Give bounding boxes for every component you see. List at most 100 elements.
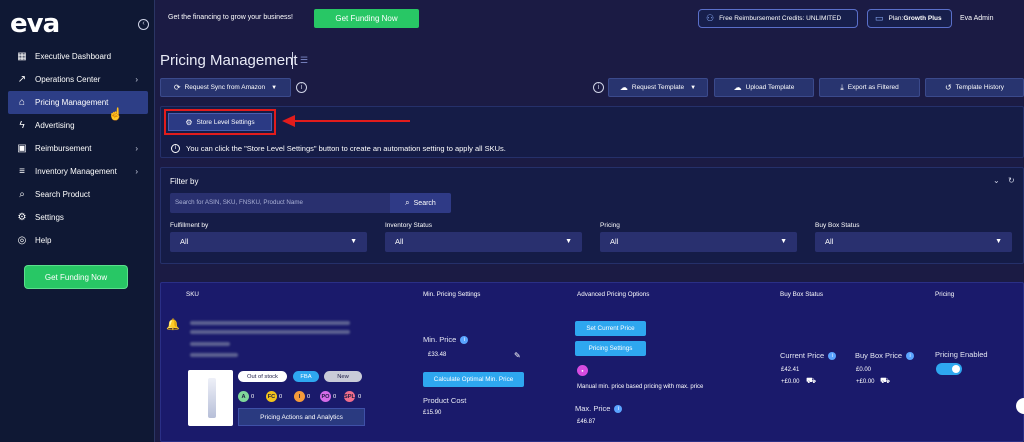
- collapse-sidebar-icon[interactable]: ‹: [138, 19, 149, 30]
- product-cost-label: Product Cost: [423, 396, 467, 405]
- request-template-button[interactable]: ☁ Request Template ▼: [608, 78, 708, 97]
- strategy-text: Manual min. price based pricing with max…: [577, 384, 704, 390]
- pricing-select[interactable]: All ▼: [600, 232, 797, 252]
- sidebar-item-advertising[interactable]: ϟ Advertising: [8, 114, 148, 137]
- select-value: All: [825, 237, 834, 246]
- fulfillment-by-select[interactable]: All ▼: [170, 232, 367, 252]
- reimbursement-credits-badge[interactable]: ⚇ Free Reimbursement Credits: UNLIMITED: [698, 9, 858, 28]
- select-value: All: [395, 237, 404, 246]
- store-settings-hint: i You can click the "Store Level Setting…: [171, 144, 506, 153]
- upload-template-label: Upload Template: [745, 84, 795, 91]
- credits-text: Free Reimbursement Credits: UNLIMITED: [719, 15, 842, 22]
- buybox-shipping-value: +£0.00: [856, 379, 875, 385]
- pencil-icon[interactable]: ✎: [514, 351, 521, 360]
- inventory-status-select[interactable]: All ▼: [385, 232, 582, 252]
- top-bar: Get the financing to grow your business!…: [160, 5, 1024, 31]
- sidebar-item-label: Operations Center: [35, 75, 101, 84]
- bell-icon[interactable]: 🔔: [166, 318, 180, 331]
- truck-icon: ⛟: [806, 376, 817, 385]
- gear-icon: ⚙: [17, 212, 27, 223]
- set-current-price-button[interactable]: Set Current Price: [575, 321, 646, 336]
- column-header-buy-box: Buy Box Status: [780, 291, 824, 298]
- plan-badge[interactable]: ▭ Plan: Growth Plus: [867, 9, 952, 28]
- search-icon: ⌕: [19, 189, 25, 200]
- pricing-enabled-label: Pricing Enabled: [935, 350, 988, 359]
- info-icon[interactable]: i: [614, 405, 623, 414]
- calculate-optimal-min-price-button[interactable]: Calculate Optimal Min. Price: [423, 372, 524, 387]
- plan-icon: ▭: [875, 13, 884, 23]
- sidebar-item-label: Advertising: [35, 121, 75, 130]
- status-dot-count: 0: [251, 394, 255, 400]
- export-filtered-button[interactable]: ⤓ Export as Filtered: [819, 78, 920, 97]
- column-header-pricing: Pricing: [935, 291, 955, 298]
- current-price-value: £42.41: [781, 367, 800, 373]
- column-header-sku: SKU: [186, 291, 199, 298]
- eva-logo[interactable]: eva: [10, 9, 60, 39]
- condition-badge: New: [324, 371, 362, 382]
- search-input[interactable]: Search for ASIN, SKU, FNSKU, Product Nam…: [170, 193, 390, 213]
- sidebar-item-label: Settings: [35, 213, 64, 222]
- column-header-min-pricing: Min. Pricing Settings: [423, 291, 481, 298]
- sidebar-item-settings[interactable]: ⚙ Settings: [8, 206, 148, 229]
- title-divider: [292, 52, 293, 69]
- caret-down-icon: ▼: [565, 238, 572, 245]
- status-dot-a[interactable]: A: [238, 391, 249, 402]
- info-icon[interactable]: i: [828, 352, 837, 361]
- info-icon[interactable]: i: [593, 82, 604, 93]
- product-tube-image: [208, 378, 216, 418]
- chevron-down-icon[interactable]: ⌄: [993, 176, 1000, 185]
- user-name[interactable]: Eva Admin: [960, 15, 993, 22]
- hand-cursor-icon: ☝: [108, 107, 123, 121]
- sidebar-item-pricing-management[interactable]: ⌂ Pricing Management: [8, 91, 148, 114]
- lifebuoy-icon: ◎: [17, 235, 27, 246]
- template-history-button[interactable]: ↺ Template History: [925, 78, 1024, 97]
- status-dot-count: 0: [279, 394, 283, 400]
- plan-prefix: Plan:: [888, 15, 904, 22]
- product-cost-value: £15.90: [423, 410, 442, 416]
- collapse-icon[interactable]: ☰: [300, 55, 308, 66]
- status-dot-fc[interactable]: FC: [266, 391, 277, 402]
- sidebar-get-funding-button[interactable]: Get Funding Now: [25, 266, 127, 288]
- store-level-settings-button[interactable]: ⚙ Store Level Settings: [164, 109, 276, 135]
- fulfillment-by-label: Fulfillment by: [170, 222, 209, 229]
- buy-box-status-select[interactable]: All ▼: [815, 232, 1012, 252]
- min-price-value[interactable]: £33.48: [428, 352, 446, 358]
- search-button[interactable]: ⌕ Search: [390, 193, 451, 213]
- stack-icon: ≡: [19, 166, 25, 177]
- gear-icon: ⚙: [185, 117, 193, 127]
- sidebar-item-label: Help: [35, 236, 52, 245]
- blurred-product-title: [190, 330, 350, 334]
- top-get-funding-button[interactable]: Get Funding Now: [314, 9, 419, 28]
- request-sync-button[interactable]: ⟳ Request Sync from Amazon ▼: [160, 78, 291, 97]
- history-icon: ↺: [944, 83, 952, 92]
- status-dot-spl[interactable]: SPL: [344, 391, 355, 402]
- pricing-settings-button[interactable]: Pricing Settings: [575, 341, 646, 356]
- pricing-enabled-toggle[interactable]: [936, 363, 962, 375]
- status-dot-count: 0: [358, 394, 362, 400]
- export-filtered-label: Export as Filtered: [847, 84, 899, 91]
- blurred-sku: [190, 353, 238, 357]
- sidebar-item-inventory-management[interactable]: ≡ Inventory Management ›: [8, 160, 148, 183]
- sidebar-item-reimbursement[interactable]: ▣ Reimbursement ›: [8, 137, 148, 160]
- info-icon[interactable]: i: [296, 82, 307, 93]
- refresh-icon[interactable]: ↻: [1008, 176, 1015, 185]
- pricing-actions-button[interactable]: Pricing Actions and Analytics: [238, 408, 365, 426]
- max-price-value: £46.87: [577, 419, 596, 425]
- sidebar-item-operations-center[interactable]: ↗ Operations Center ›: [8, 68, 148, 91]
- info-icon[interactable]: i: [906, 352, 915, 361]
- sidebar-item-executive-dashboard[interactable]: ▦ Executive Dashboard: [8, 45, 148, 68]
- search-button-label: Search: [413, 199, 436, 207]
- receipt-icon: ⚇: [706, 13, 715, 23]
- sidebar-item-search-product[interactable]: ⌕ Search Product: [8, 183, 148, 206]
- sync-icon: ⟳: [173, 83, 181, 92]
- status-dot-po[interactable]: PO: [320, 391, 331, 402]
- tag-icon: ⌂: [18, 97, 26, 108]
- status-dot-count: 0: [333, 394, 337, 400]
- trend-icon: ↗: [17, 74, 27, 85]
- select-value: All: [180, 237, 189, 246]
- status-dot-i[interactable]: I: [294, 391, 305, 402]
- chevron-down-icon: ▼: [271, 84, 278, 91]
- sidebar-item-help[interactable]: ◎ Help: [8, 229, 148, 252]
- info-icon[interactable]: i: [460, 336, 469, 345]
- upload-template-button[interactable]: ☁ Upload Template: [714, 78, 814, 97]
